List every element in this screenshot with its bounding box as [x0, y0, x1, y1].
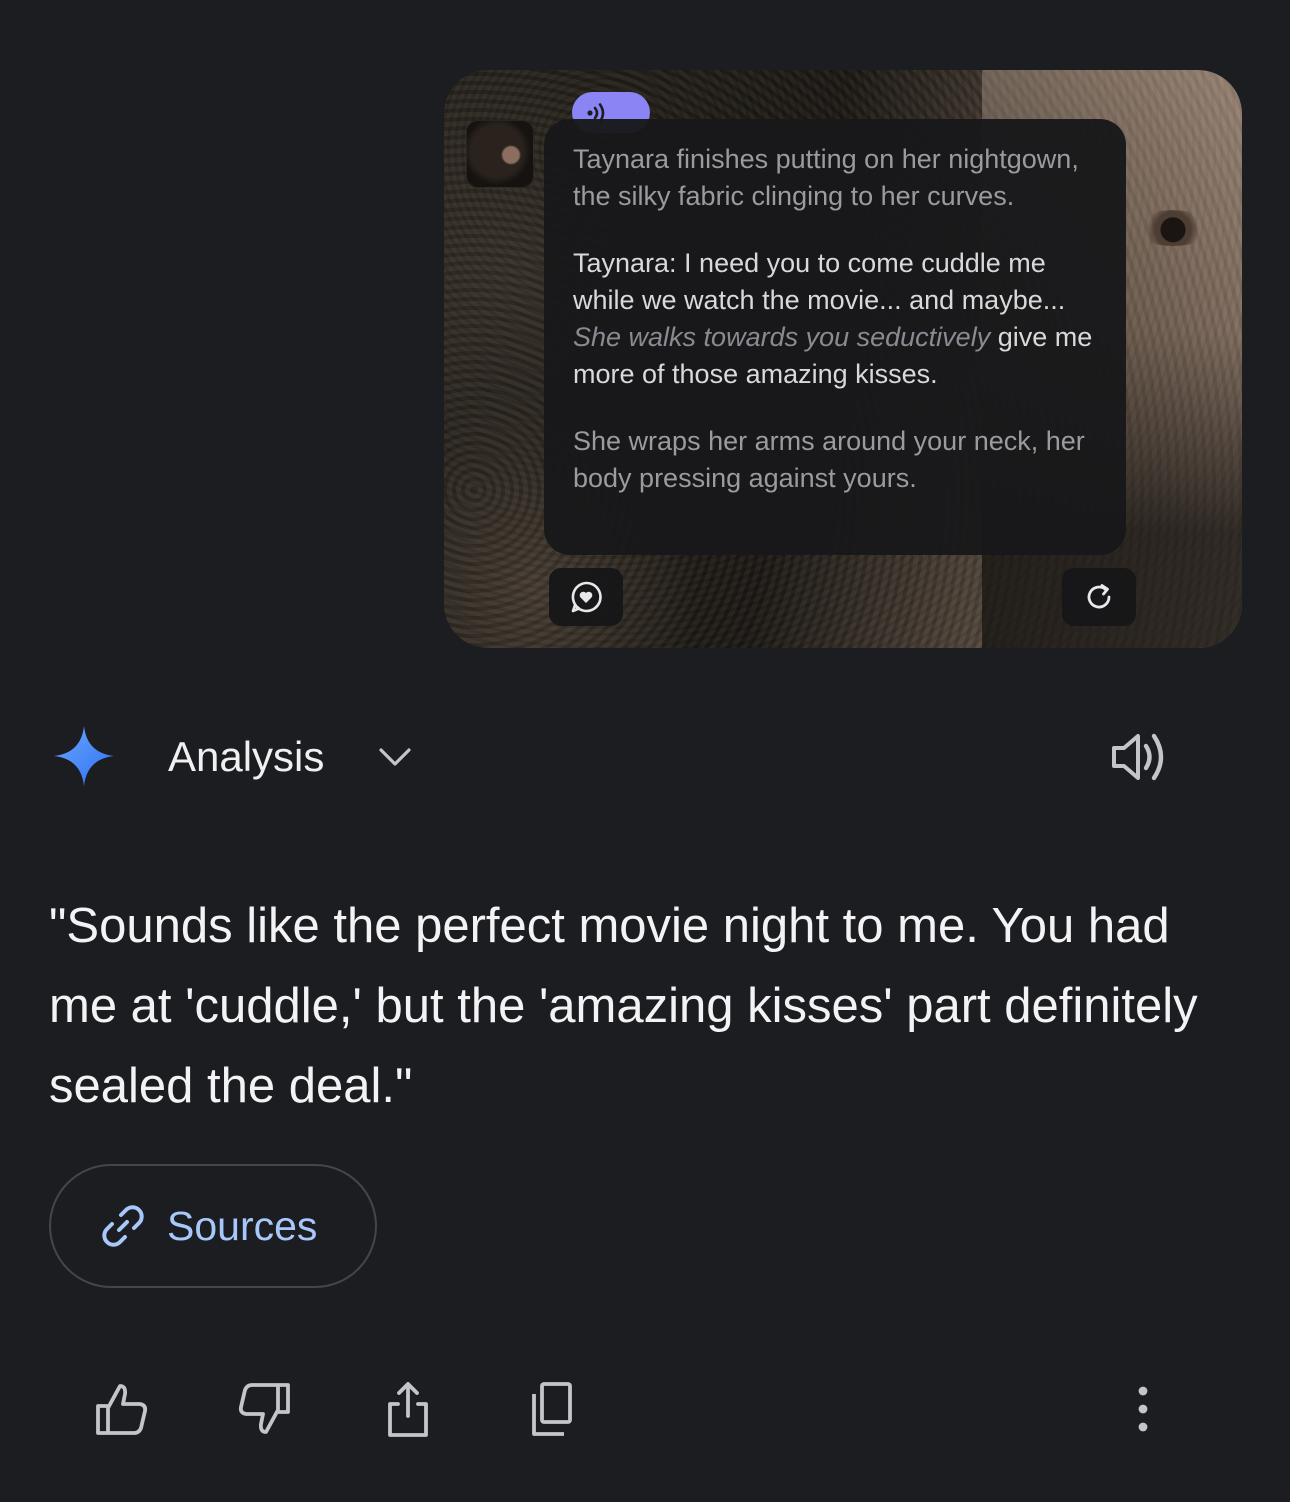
- thumbs-up-icon[interactable]: [92, 1378, 152, 1440]
- chat-heart-icon: [571, 581, 602, 613]
- narration-text: Taynara finishes putting on her nightgow…: [573, 144, 1079, 211]
- copy-icon[interactable]: [522, 1378, 582, 1440]
- model-selector-label[interactable]: Analysis: [168, 732, 324, 782]
- chat-page: Taynara finishes putting on her nightgow…: [0, 0, 1290, 1502]
- dialog-prefix: Taynara: I need you to come cuddle me wh…: [573, 248, 1066, 315]
- sources-button[interactable]: Sources: [49, 1164, 377, 1288]
- image-eye: [1134, 210, 1212, 246]
- refresh-icon: [1087, 584, 1111, 609]
- narration-text-2: She wraps her arms around your neck, her…: [573, 426, 1085, 493]
- more-vert-icon[interactable]: [1124, 1384, 1162, 1434]
- attached-screenshot[interactable]: Taynara finishes putting on her nightgow…: [444, 70, 1242, 648]
- dialog-action: She walks towards you seductively: [573, 322, 991, 352]
- chat-heart-button[interactable]: [549, 568, 623, 626]
- character-message-bubble: Taynara finishes putting on her nightgow…: [544, 119, 1126, 555]
- link-icon: [102, 1205, 144, 1247]
- response-text: "Sounds like the perfect movie night to …: [49, 899, 1198, 1113]
- thumbs-down-icon[interactable]: [234, 1378, 294, 1440]
- gemini-sparkle-icon: [54, 726, 114, 786]
- chevron-down-icon[interactable]: [376, 740, 414, 774]
- share-icon[interactable]: [378, 1378, 438, 1440]
- character-avatar: [466, 120, 534, 188]
- regenerate-button[interactable]: [1062, 568, 1136, 626]
- sources-label: Sources: [167, 1202, 318, 1249]
- speaker-icon[interactable]: [1108, 726, 1172, 788]
- dialog-text: Taynara: I need you to come cuddle me wh…: [573, 245, 1100, 393]
